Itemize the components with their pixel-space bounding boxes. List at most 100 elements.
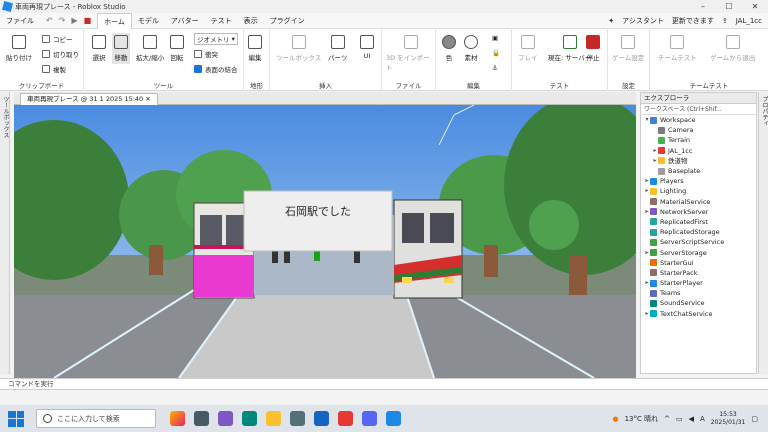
color-button[interactable]: 色 — [442, 35, 456, 62]
explorer-item[interactable]: Terrain — [641, 135, 756, 145]
maximize-button[interactable]: ☐ — [716, 0, 742, 13]
explorer-item[interactable]: ▸ Players — [641, 176, 756, 186]
explorer-item[interactable]: Teams — [641, 288, 756, 298]
youtube-icon[interactable] — [338, 411, 353, 426]
explorer-item[interactable]: ▸ 鉄道物 — [641, 156, 756, 166]
3d-viewport[interactable]: 石岡駅でした — [14, 105, 636, 378]
explorer-item[interactable]: ▸ ServerStorage — [641, 247, 756, 257]
explorer-item[interactable]: ▸ NetworkServer — [641, 207, 756, 217]
part-button[interactable]: パーツ — [328, 35, 347, 62]
update-button[interactable]: 更新できます — [672, 16, 714, 26]
move-tool[interactable]: 移動 — [112, 33, 130, 64]
stop-quick-icon[interactable]: ■ — [84, 16, 92, 25]
import-3d-button[interactable]: 3D をインポート — [386, 35, 435, 72]
cut-button[interactable]: 切り取り — [42, 49, 79, 59]
file-explorer-icon[interactable] — [266, 411, 281, 426]
paste-button[interactable]: 貼り付け — [6, 35, 32, 62]
play-quick-icon[interactable]: ▶ — [71, 16, 77, 25]
roblox-studio-logo — [1, 0, 14, 13]
instance-icon — [658, 157, 665, 165]
taskbar-search-input[interactable]: ここに入力して検索 — [36, 409, 156, 428]
tray-chevron-icon[interactable]: ^ — [664, 415, 670, 423]
instance-icon — [650, 259, 657, 267]
tab-test[interactable]: テスト — [205, 13, 238, 29]
explorer-item[interactable]: SoundService — [641, 298, 756, 308]
properties-side-tab[interactable]: プロパティ — [758, 92, 768, 374]
explorer-item[interactable]: ReplicatedStorage — [641, 227, 756, 237]
ime-indicator[interactable]: A — [700, 415, 705, 423]
rotate-tool[interactable]: 回転 — [170, 35, 184, 62]
ui-button[interactable]: UI — [360, 35, 374, 60]
terrain-edit-button[interactable]: 編集 — [248, 35, 262, 62]
lock-icon[interactable]: 🔒 — [492, 49, 500, 57]
notification-icon[interactable]: ▢ — [751, 415, 758, 423]
tab-home[interactable]: ホーム — [97, 12, 132, 29]
tab-plugins[interactable]: プラグイン — [264, 13, 311, 29]
place-tab[interactable]: 車両再現プレース @ 31 1 2025 15:40 ✕ — [20, 93, 158, 105]
group-terrain: 編集 地形 — [244, 29, 270, 91]
station-sign-text: 石岡駅でした — [285, 205, 351, 218]
windows-start-icon[interactable] — [8, 410, 24, 427]
edge-icon[interactable] — [242, 411, 257, 426]
instance-icon — [658, 126, 665, 134]
explorer-item[interactable]: ▾ Workspace — [641, 115, 756, 125]
share-icon[interactable]: ⇪ — [722, 17, 728, 25]
explorer-item-label: Baseplate — [668, 167, 701, 176]
user-name[interactable]: JAL_1cc — [736, 17, 762, 25]
explorer-item[interactable]: ▸ JAL_1cc — [641, 146, 756, 156]
minimize-button[interactable]: – — [690, 0, 716, 13]
current-server-button[interactable]: 現在: サーバー — [548, 35, 591, 62]
weather-text[interactable]: 13°C 晴れ — [625, 414, 659, 424]
discord-icon[interactable] — [362, 411, 377, 426]
assistant-button[interactable]: アシスタント — [622, 16, 664, 26]
stop-button[interactable]: 停止 — [586, 35, 600, 62]
explorer-item[interactable]: StarterGui — [641, 258, 756, 268]
volume-icon[interactable]: ◀ — [689, 415, 694, 423]
explorer-item[interactable]: ▸ StarterPlayer — [641, 278, 756, 288]
tab-model[interactable]: モデル — [132, 13, 165, 29]
game-settings-button[interactable]: ゲーム設定 — [612, 35, 644, 62]
mode-dropdown[interactable]: ジオメトリ ▾ — [194, 33, 238, 45]
task-view-icon[interactable] — [194, 411, 209, 426]
collisions-checkbox[interactable]: 衝突 — [194, 49, 218, 59]
explorer-item[interactable]: ReplicatedFirst — [641, 217, 756, 227]
close-button[interactable]: ✕ — [742, 0, 768, 13]
clock[interactable]: 15:53 2025/01/31 — [711, 411, 746, 427]
command-bar[interactable]: コマンドを実行 — [0, 378, 768, 390]
copy-button[interactable]: コピー — [42, 34, 73, 44]
explorer-item[interactable]: ServerScriptService — [641, 237, 756, 247]
explorer-filter-input[interactable]: ワークスペース (Ctrl+Shif... — [641, 104, 756, 115]
select-tool[interactable]: 選択 — [92, 35, 106, 62]
group-icon[interactable]: ▣ — [492, 34, 498, 42]
explorer-item[interactable]: MaterialService — [641, 197, 756, 207]
toolbox-button[interactable]: ツールボックス — [276, 35, 321, 62]
instance-icon — [650, 299, 657, 307]
tab-avatar[interactable]: アバター — [165, 13, 205, 29]
explorer-item[interactable]: Baseplate — [641, 166, 756, 176]
explorer-item[interactable]: StarterPack — [641, 268, 756, 278]
gear-icon — [621, 35, 636, 49]
anchor-icon[interactable]: ⚓ — [492, 64, 498, 72]
toolbox-side-tab[interactable]: ツールボックス — [0, 92, 10, 374]
join-surfaces-checkbox[interactable]: 表面の結合 — [194, 64, 238, 74]
scale-tool[interactable]: 拡大/縮小 — [136, 35, 164, 62]
explorer-item[interactable]: ▸ TextChatService — [641, 309, 756, 319]
chevron-down-icon: ▾ — [229, 35, 235, 43]
store-icon[interactable] — [290, 411, 305, 426]
undo-icon[interactable]: ↶ — [46, 16, 53, 25]
outlook-icon[interactable] — [314, 411, 329, 426]
menu-file[interactable]: ファイル — [0, 13, 40, 29]
copilot-icon[interactable] — [170, 411, 185, 426]
widgets-icon[interactable] — [218, 411, 233, 426]
explorer-item[interactable]: ▸ Lighting — [641, 186, 756, 196]
play-button[interactable]: プレイ — [518, 35, 538, 62]
material-button[interactable]: 素材 — [464, 35, 478, 62]
network-icon[interactable]: ▭ — [676, 415, 683, 423]
tab-view[interactable]: 表示 — [238, 13, 264, 29]
team-test-button[interactable]: チームテスト — [658, 35, 697, 62]
exit-game-button[interactable]: ゲームから退出 — [710, 35, 755, 62]
redo-icon[interactable]: ↷ — [59, 16, 66, 25]
explorer-item[interactable]: Camera — [641, 125, 756, 135]
roblox-studio-taskbar-icon[interactable] — [386, 411, 401, 426]
duplicate-button[interactable]: 複製 — [42, 64, 66, 74]
